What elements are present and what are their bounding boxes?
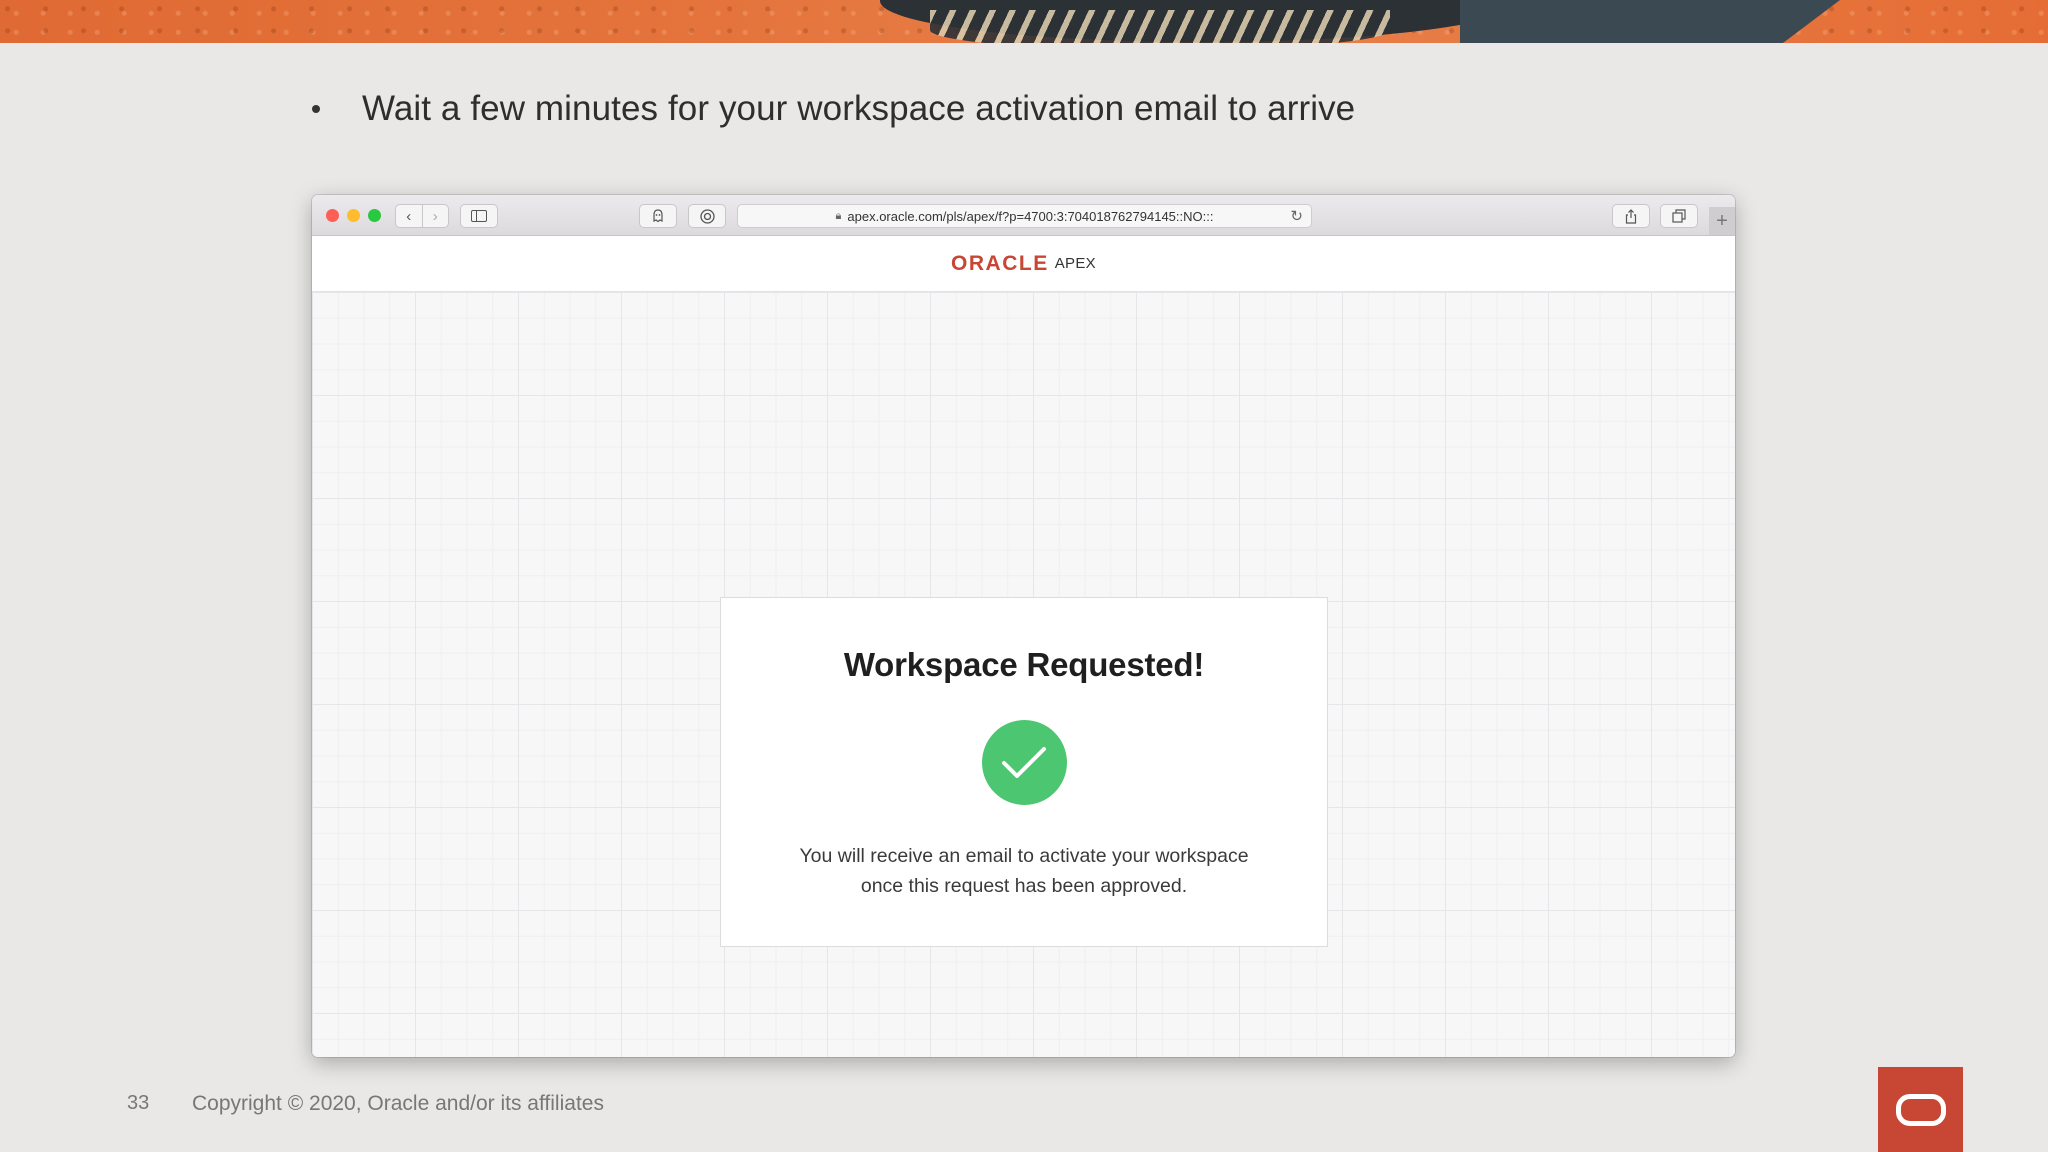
share-button[interactable] bbox=[1612, 204, 1650, 228]
decorative-banner bbox=[0, 0, 2048, 43]
checkmark-icon bbox=[1002, 746, 1046, 778]
grid-background: Workspace Requested! You will receive an… bbox=[312, 292, 1735, 1057]
extension-button[interactable] bbox=[688, 204, 726, 228]
slide-bullet: Wait a few minutes for your workspace ac… bbox=[312, 86, 1355, 132]
share-icon bbox=[1625, 208, 1637, 224]
page-number: 33 bbox=[127, 1092, 150, 1114]
close-window-button[interactable] bbox=[326, 209, 339, 222]
card-message: You will receive an email to activate yo… bbox=[721, 841, 1327, 901]
privacy-icon bbox=[653, 209, 663, 223]
card-title: Workspace Requested! bbox=[843, 646, 1205, 683]
lock-icon: 🔒︎ bbox=[835, 209, 842, 222]
navigation-buttons: ‹ › bbox=[395, 204, 449, 228]
back-arrow-icon[interactable]: ‹ bbox=[396, 208, 422, 225]
tabs-icon bbox=[1672, 209, 1686, 223]
browser-toolbar: ‹ › 🔒︎ apex.oracle.com/pls/apex/f?p=4700… bbox=[312, 195, 1735, 236]
forward-arrow-icon[interactable]: › bbox=[422, 208, 448, 225]
privacy-report-button[interactable] bbox=[639, 204, 677, 228]
extension-icon bbox=[699, 208, 715, 224]
card-message-line-2: once this request has been approved. bbox=[860, 875, 1188, 897]
minimize-window-button[interactable] bbox=[347, 209, 360, 222]
copyright-text: Copyright © 2020, Oracle and/or its affi… bbox=[192, 1092, 604, 1115]
show-tabs-button[interactable] bbox=[1660, 204, 1698, 228]
oracle-logo[interactable]: ORACLE bbox=[951, 252, 1049, 276]
apex-header: ORACLE APEX bbox=[312, 236, 1735, 292]
reload-icon[interactable]: ↻ bbox=[1290, 207, 1303, 225]
browser-window: ‹ › 🔒︎ apex.oracle.com/pls/apex/f?p=4700… bbox=[312, 195, 1735, 1057]
new-tab-button[interactable]: + bbox=[1709, 207, 1735, 235]
sidebar-icon bbox=[471, 210, 487, 222]
success-badge bbox=[981, 720, 1067, 805]
sidebar-button[interactable] bbox=[460, 204, 498, 228]
url-text: apex.oracle.com/pls/apex/f?p=4700:3:7040… bbox=[847, 208, 1214, 224]
workspace-requested-card: Workspace Requested! You will receive an… bbox=[720, 597, 1328, 947]
zoom-window-button[interactable] bbox=[368, 209, 381, 222]
bullet-icon bbox=[312, 105, 320, 113]
oracle-logo-icon bbox=[1878, 1067, 1963, 1152]
address-bar[interactable]: 🔒︎ apex.oracle.com/pls/apex/f?p=4700:3:7… bbox=[737, 204, 1312, 228]
card-message-line-1: You will receive an email to activate yo… bbox=[799, 845, 1249, 867]
bullet-text: Wait a few minutes for your workspace ac… bbox=[362, 89, 1356, 128]
apex-product-name: APEX bbox=[1054, 255, 1096, 272]
